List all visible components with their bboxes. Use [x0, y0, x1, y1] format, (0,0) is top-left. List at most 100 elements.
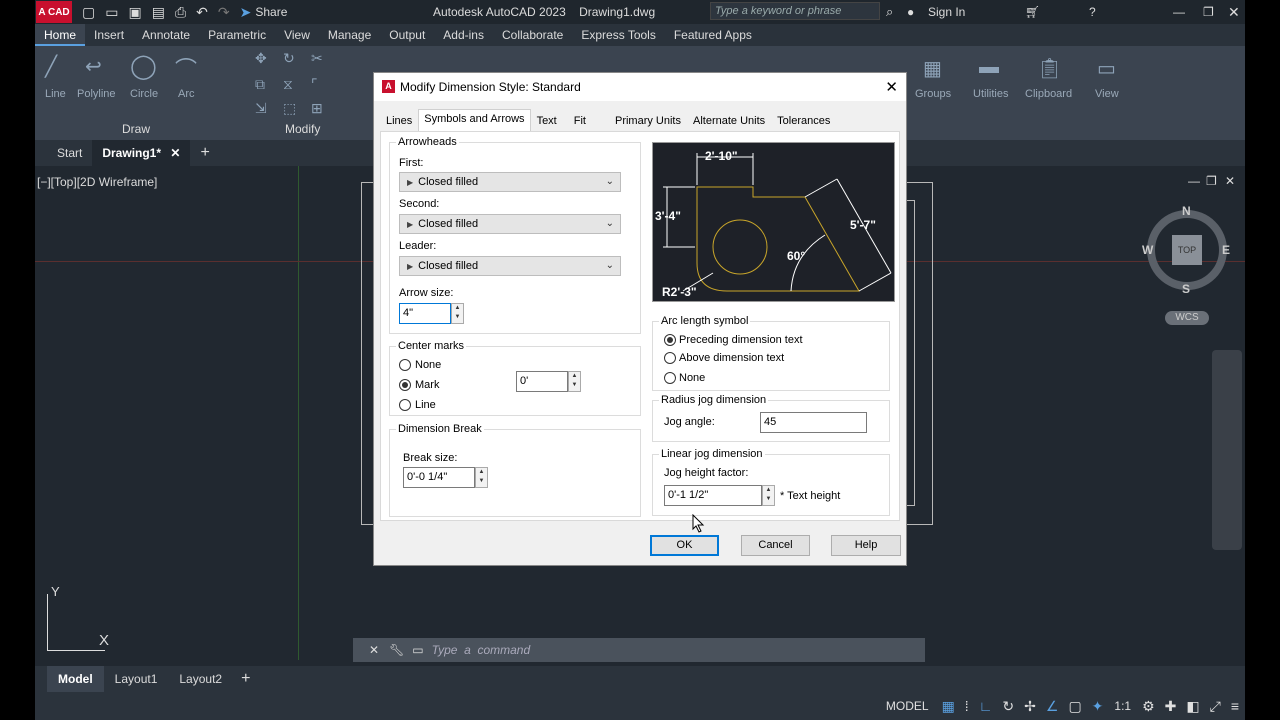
- groups-icon[interactable]: ▦: [923, 56, 942, 81]
- groups-panel-label[interactable]: Groups: [915, 88, 951, 100]
- command-input[interactable]: Type a command: [432, 643, 530, 657]
- sign-in-link[interactable]: Sign In: [928, 5, 965, 19]
- ribbon-tab-express-tools[interactable]: Express Tools: [572, 24, 664, 46]
- new-tab-icon[interactable]: +: [200, 144, 209, 162]
- draw-panel-title[interactable]: Draw: [122, 122, 150, 136]
- tab-alternate-units[interactable]: Alternate Units: [687, 111, 771, 131]
- tab-tolerances[interactable]: Tolerances: [771, 111, 836, 131]
- minimize-icon[interactable]: —: [1173, 5, 1185, 19]
- annotation-icon[interactable]: ✦: [1092, 698, 1104, 715]
- center-mark-none-radio[interactable]: [399, 359, 411, 371]
- isolate-icon[interactable]: ◧: [1186, 698, 1199, 715]
- drawing-rectangle-inner[interactable]: [907, 200, 915, 506]
- navigation-bar[interactable]: [1212, 350, 1242, 550]
- search-icon[interactable]: ⌕: [886, 4, 893, 20]
- customize-icon[interactable]: 🔧︎: [389, 643, 404, 657]
- undo-icon[interactable]: ↶: [196, 4, 208, 21]
- viewport-close-icon[interactable]: ✕: [1225, 174, 1235, 188]
- close-tab-icon[interactable]: ✕: [170, 146, 180, 160]
- restore-icon[interactable]: ❐: [1203, 5, 1214, 19]
- plus-icon[interactable]: ✚: [1165, 698, 1177, 715]
- settings-icon[interactable]: ⚙: [1142, 698, 1155, 715]
- copy-icon[interactable]: ⧉: [255, 76, 265, 93]
- clipboard-icon[interactable]: 📋︎: [1037, 56, 1062, 81]
- tab-text[interactable]: Text: [531, 111, 568, 131]
- utilities-panel-label[interactable]: Utilities: [973, 88, 1008, 100]
- arc-above-label[interactable]: Above dimension text: [679, 352, 784, 364]
- scale-icon[interactable]: ⬚: [283, 100, 296, 117]
- user-icon[interactable]: ●: [907, 5, 914, 19]
- wcs-menu[interactable]: WCS: [1165, 311, 1209, 325]
- clipboard-panel-label[interactable]: Clipboard: [1025, 88, 1072, 100]
- mirror-icon[interactable]: ⧖: [283, 76, 293, 93]
- arc-above-radio[interactable]: [664, 352, 676, 364]
- share-button[interactable]: Share: [255, 5, 287, 19]
- break-size-spinner[interactable]: ▲ ▼: [475, 467, 488, 488]
- circle-icon[interactable]: ◯: [130, 52, 157, 81]
- annotation-scale[interactable]: 1:1: [1114, 699, 1131, 713]
- compass-west[interactable]: W: [1142, 243, 1153, 257]
- arc-none-label[interactable]: None: [679, 372, 705, 384]
- save-icon[interactable]: ▣: [128, 4, 141, 21]
- arrow-size-spinner[interactable]: ▲ ▼: [451, 303, 464, 324]
- center-mark-mark-radio[interactable]: [399, 379, 411, 391]
- jog-height-spinner[interactable]: ▲ ▼: [762, 485, 775, 506]
- modify-panel-title[interactable]: Modify: [285, 122, 320, 136]
- ortho-icon[interactable]: ∟: [979, 698, 993, 714]
- tab-model[interactable]: Model: [47, 666, 104, 692]
- ribbon-tab-manage[interactable]: Manage: [319, 24, 380, 46]
- ribbon-tab-view[interactable]: View: [275, 24, 319, 46]
- cart-icon[interactable]: 🛒︎: [1025, 5, 1040, 19]
- ribbon-tab-addins[interactable]: Add-ins: [434, 24, 493, 46]
- new-file-icon[interactable]: ▢: [82, 4, 95, 21]
- center-mark-size-spinner[interactable]: ▲ ▼: [568, 371, 581, 392]
- tab-start[interactable]: Start: [47, 140, 92, 166]
- arc-tool-label[interactable]: Arc: [178, 88, 195, 100]
- open-folder-icon[interactable]: ▭: [105, 4, 118, 21]
- grid-icon[interactable]: ▦: [942, 698, 955, 715]
- ribbon-tab-collaborate[interactable]: Collaborate: [493, 24, 572, 46]
- tab-fit[interactable]: Fit: [568, 111, 609, 131]
- leader-arrow-select[interactable]: ▶ Closed filled ⌄: [399, 256, 621, 276]
- cancel-button[interactable]: Cancel: [741, 535, 810, 556]
- help-button[interactable]: Help: [831, 535, 901, 556]
- first-arrow-select[interactable]: ▶ Closed filled ⌄: [399, 172, 621, 192]
- polyline-icon[interactable]: ↩: [85, 54, 102, 79]
- center-mark-line-label[interactable]: Line: [415, 399, 436, 411]
- dialog-title-bar[interactable]: A Modify Dimension Style: Standard ✕: [374, 73, 906, 101]
- help-icon[interactable]: ?: [1089, 5, 1096, 19]
- ribbon-tab-home[interactable]: Home: [35, 24, 86, 46]
- arc-icon[interactable]: ⌒: [175, 52, 197, 84]
- polyline-tool-label[interactable]: Polyline: [77, 88, 116, 100]
- polar-icon[interactable]: ↻: [1002, 698, 1014, 715]
- share-icon[interactable]: ➤: [240, 4, 252, 21]
- viewport-controls-label[interactable]: [−][Top][2D Wireframe]: [37, 175, 157, 189]
- viewport-minimize-icon[interactable]: —: [1188, 174, 1200, 188]
- close-icon[interactable]: ✕: [1228, 4, 1240, 21]
- tab-layout1[interactable]: Layout1: [104, 672, 169, 686]
- break-size-input[interactable]: 0'-0 1/4": [403, 467, 475, 488]
- autocad-logo[interactable]: A CAD: [36, 1, 72, 23]
- osnap-icon[interactable]: ✢: [1024, 698, 1036, 715]
- tab-primary-units[interactable]: Primary Units: [609, 111, 687, 131]
- fillet-icon[interactable]: ⌜: [311, 76, 318, 93]
- trim-icon[interactable]: ✂: [311, 50, 323, 67]
- arc-preceding-label[interactable]: Preceding dimension text: [679, 334, 803, 346]
- search-box[interactable]: Type a keyword or phrase: [710, 2, 880, 20]
- line-icon[interactable]: ╱: [45, 54, 57, 79]
- circle-tool-label[interactable]: Circle: [130, 88, 158, 100]
- add-layout-icon[interactable]: +: [241, 670, 250, 688]
- center-mark-mark-label[interactable]: Mark: [415, 379, 439, 391]
- ribbon-tab-annotate[interactable]: Annotate: [133, 24, 199, 46]
- viewcube-top[interactable]: TOP: [1172, 235, 1202, 265]
- tab-drawing1[interactable]: Drawing1* ✕: [92, 140, 191, 166]
- center-mark-none-label[interactable]: None: [415, 359, 441, 371]
- measure-icon[interactable]: ▬: [979, 56, 999, 79]
- ribbon-tab-featured-apps[interactable]: Featured Apps: [665, 24, 761, 46]
- rotate-icon[interactable]: ↻: [283, 50, 295, 67]
- compass-east[interactable]: E: [1222, 243, 1230, 257]
- dialog-close-icon[interactable]: ✕: [885, 78, 898, 96]
- arc-preceding-radio[interactable]: [664, 334, 676, 346]
- view-panel-label[interactable]: View: [1095, 88, 1119, 100]
- isometric-icon[interactable]: ∠: [1046, 698, 1059, 715]
